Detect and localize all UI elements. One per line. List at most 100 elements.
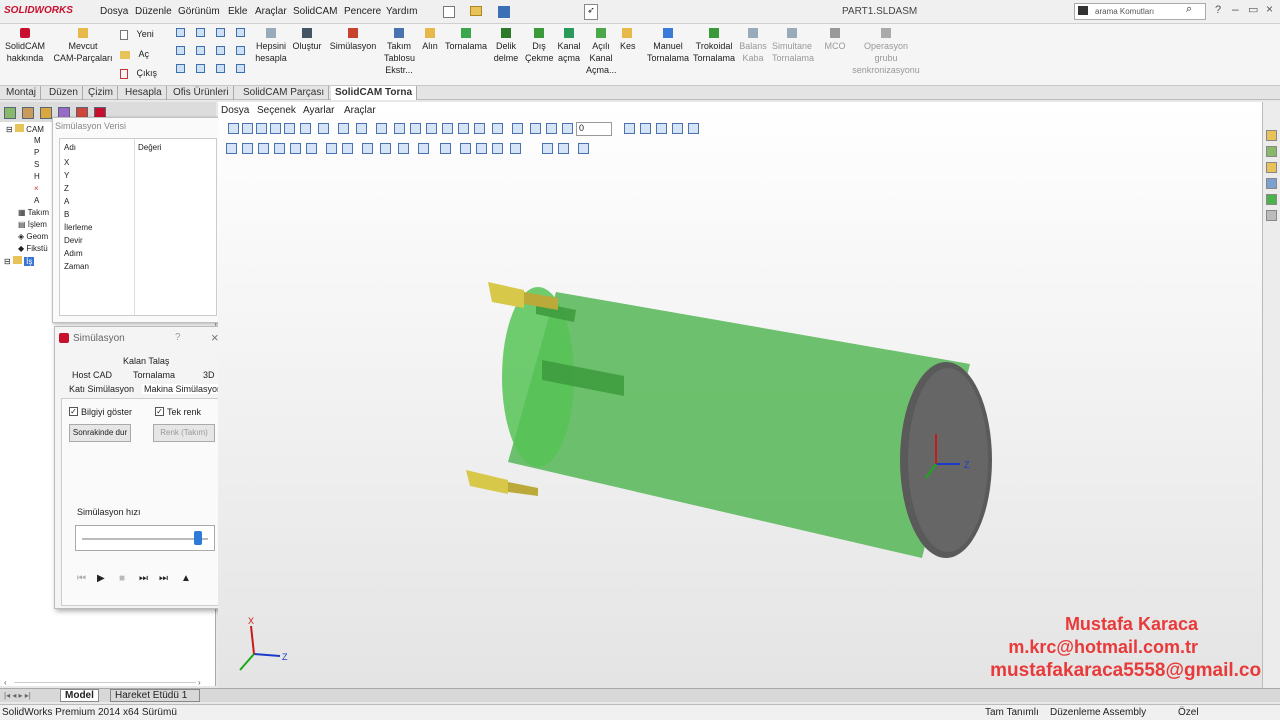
ribbon-button-11[interactable]: Manuel Tornalama bbox=[646, 28, 690, 64]
minimize-icon[interactable]: – bbox=[1232, 2, 1239, 16]
view-tool-icon[interactable] bbox=[376, 123, 387, 134]
sim-tool-icon[interactable] bbox=[418, 143, 429, 154]
vmenu-dosya[interactable]: Dosya bbox=[221, 105, 249, 116]
tool-icon[interactable] bbox=[216, 28, 225, 37]
sim-tool-icon[interactable] bbox=[226, 143, 237, 154]
view-tool-icon[interactable] bbox=[512, 123, 523, 134]
ribbon-button-3[interactable]: Takım Tablosu Ekstr... bbox=[384, 28, 415, 76]
zoom-select[interactable]: 0 bbox=[576, 122, 612, 136]
view-tool-icon[interactable] bbox=[394, 123, 405, 134]
new-button[interactable]: Yeni bbox=[120, 29, 154, 40]
sim-tool-icon[interactable] bbox=[290, 143, 301, 154]
tab-3d[interactable]: 3D bbox=[203, 370, 215, 380]
tree-item-islem[interactable]: ▤ İşlem bbox=[18, 220, 47, 229]
ribbon-button-6[interactable]: Delik delme bbox=[490, 28, 522, 64]
sim-tool-icon[interactable] bbox=[362, 143, 373, 154]
horizontal-scrollbar[interactable] bbox=[14, 682, 196, 683]
search-icon[interactable]: ⌕ bbox=[1186, 3, 1192, 16]
tab-ofis-urunleri[interactable]: Ofis Ürünleri bbox=[169, 86, 234, 100]
view-tool-icon[interactable] bbox=[410, 123, 421, 134]
custom-properties-icon[interactable] bbox=[1266, 210, 1277, 221]
view-palette-icon[interactable] bbox=[1266, 178, 1277, 189]
tool-icon[interactable] bbox=[216, 64, 225, 73]
run-to-end-icon[interactable]: ⏭ bbox=[159, 573, 168, 584]
eject-icon[interactable]: ▲ bbox=[181, 573, 191, 584]
ribbon-button-12[interactable]: Trokoidal Tornalama bbox=[692, 28, 736, 64]
ribbon-button-1[interactable]: Oluştur bbox=[290, 28, 324, 52]
sim-tool-icon[interactable] bbox=[476, 143, 487, 154]
view-tool-icon[interactable] bbox=[656, 123, 667, 134]
view-tool-icon[interactable] bbox=[318, 123, 329, 134]
tool-icon[interactable] bbox=[236, 28, 245, 37]
view-tool-icon[interactable] bbox=[458, 123, 469, 134]
color-tool-button[interactable]: Renk (Takım) bbox=[153, 424, 215, 442]
view-tool-icon[interactable] bbox=[426, 123, 437, 134]
menu-ekle[interactable]: Ekle bbox=[228, 6, 247, 17]
menu-solidcam[interactable]: SolidCAM bbox=[293, 6, 337, 17]
view-tool-icon[interactable] bbox=[672, 123, 683, 134]
menu-dosya[interactable]: Dosya bbox=[100, 6, 128, 17]
ribbon-button-4[interactable]: Alın bbox=[420, 28, 440, 52]
tool-icon[interactable] bbox=[176, 46, 185, 55]
view-tool-icon[interactable] bbox=[562, 123, 573, 134]
sim-tool-icon[interactable] bbox=[258, 143, 269, 154]
tree-item-fikstur[interactable]: ◆ Fikstü bbox=[18, 244, 48, 253]
ribbon-button-0[interactable]: Hepsini hesapla bbox=[254, 28, 288, 64]
tree-item-cam[interactable]: ⊟ CAM bbox=[6, 124, 44, 134]
view-tool-icon[interactable] bbox=[256, 123, 267, 134]
ribbon-button-5[interactable]: Tornalama bbox=[444, 28, 488, 52]
sim-tool-icon[interactable] bbox=[558, 143, 569, 154]
view-tool-icon[interactable] bbox=[356, 123, 367, 134]
tab-makina-simulasyonu[interactable]: Makina Simülasyonu bbox=[142, 384, 230, 394]
tab-solidcam-parcasi[interactable]: SolidCAM Parçası bbox=[239, 86, 330, 100]
view-tool-icon[interactable] bbox=[474, 123, 485, 134]
tab-model[interactable]: Model bbox=[60, 689, 99, 702]
tab-motion-study[interactable]: Hareket Etüdü 1 bbox=[110, 689, 201, 702]
view-tool-icon[interactable] bbox=[530, 123, 541, 134]
ribbon-button-8[interactable]: Kanal açma bbox=[556, 28, 582, 64]
sim-tool-icon[interactable] bbox=[460, 143, 471, 154]
maximize-icon[interactable]: ▭ bbox=[1248, 3, 1258, 16]
tool-icon[interactable] bbox=[176, 28, 185, 37]
sim-tool-icon[interactable] bbox=[510, 143, 521, 154]
status-units[interactable]: Özel bbox=[1178, 707, 1199, 718]
close-icon[interactable]: × bbox=[1266, 2, 1273, 16]
ribbon-button-9[interactable]: Açılı Kanal Açma... bbox=[586, 28, 617, 76]
sim-tool-icon[interactable] bbox=[492, 143, 503, 154]
tab-host-cad[interactable]: Host CAD bbox=[72, 370, 112, 380]
tool-icon[interactable] bbox=[216, 46, 225, 55]
tab-tornalama[interactable]: Tornalama bbox=[133, 370, 175, 380]
property-icon[interactable] bbox=[22, 107, 34, 119]
sim-tool-icon[interactable] bbox=[306, 143, 317, 154]
view-tool-icon[interactable] bbox=[546, 123, 557, 134]
tool-icon[interactable] bbox=[236, 46, 245, 55]
sim-tool-icon[interactable] bbox=[380, 143, 391, 154]
scroll-left-icon[interactable]: ‹ bbox=[4, 678, 7, 687]
appearance-icon[interactable] bbox=[1266, 194, 1277, 205]
ribbon-button-7[interactable]: Dış Çekme bbox=[525, 28, 554, 64]
tree-item-is[interactable]: ⊟ İş bbox=[4, 256, 35, 266]
simulation-speed-slider[interactable] bbox=[75, 525, 215, 551]
exit-button[interactable]: Çıkış bbox=[120, 68, 157, 79]
open-folder-icon[interactable] bbox=[470, 6, 482, 16]
config-icon[interactable] bbox=[40, 107, 52, 119]
sim-tool-icon[interactable] bbox=[398, 143, 409, 154]
tab-kalan-talas[interactable]: Kalan Talaş bbox=[123, 356, 169, 366]
sim-tool-icon[interactable] bbox=[326, 143, 337, 154]
ribbon-button-13[interactable]: Balans Kaba bbox=[738, 28, 768, 64]
file-explorer-icon[interactable] bbox=[1266, 162, 1277, 173]
scroll-right-icon[interactable]: › bbox=[198, 678, 201, 687]
step-forward-icon[interactable]: ⏭ bbox=[139, 573, 148, 584]
save-icon[interactable] bbox=[498, 6, 510, 18]
tab-kati-simulasyon[interactable]: Katı Simülasyon bbox=[69, 384, 134, 394]
tool-icon[interactable] bbox=[176, 64, 185, 73]
play-icon[interactable]: ▶ bbox=[97, 573, 105, 584]
tool-icon[interactable] bbox=[196, 46, 205, 55]
new-document-icon[interactable] bbox=[443, 6, 455, 18]
select-cursor-icon[interactable]: ➶ bbox=[584, 4, 598, 20]
ribbon-button-2[interactable]: Simülasyon bbox=[328, 28, 378, 52]
tree-item-geom[interactable]: ◈ Geom bbox=[18, 232, 48, 241]
view-tool-icon[interactable] bbox=[228, 123, 239, 134]
about-button[interactable]: SolidCAM hakkında bbox=[2, 28, 48, 64]
feature-tree-icon[interactable] bbox=[4, 107, 16, 119]
